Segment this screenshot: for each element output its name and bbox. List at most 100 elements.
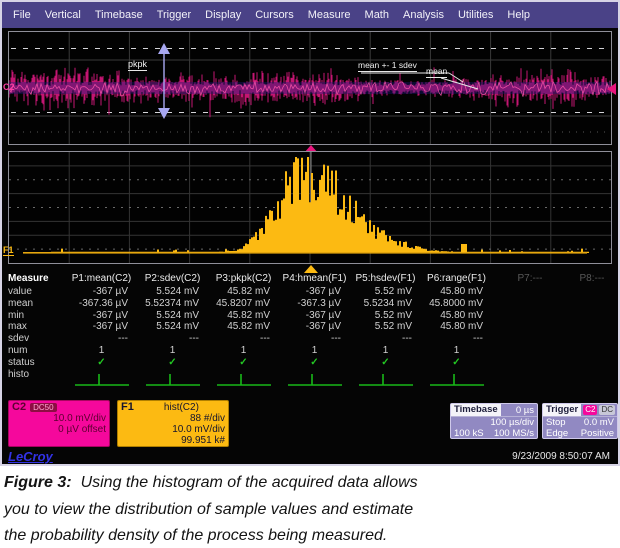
caption-label: Figure 3: <box>4 474 72 491</box>
c2-coupling-badge: DC50 <box>30 403 56 412</box>
trace-f1-descriptor[interactable]: F1 hist(C2) 88 #/div 10.0 mV/div 99.951 … <box>117 400 229 447</box>
measure-status-p1: ✓ <box>66 357 137 369</box>
menu-item-vertical[interactable]: Vertical <box>38 9 88 21</box>
timebase-label: Timebase <box>451 404 501 416</box>
mean-annotation: mean <box>426 66 447 78</box>
figure-caption: Figure 3:Using the histogram of the acqu… <box>4 470 614 548</box>
trigger-descriptor[interactable]: Trigger C2 DC Stop 0.0 mV Edge Positive <box>542 403 618 439</box>
measure-sdev-p4: --- <box>279 333 350 345</box>
menu-item-display[interactable]: Display <box>198 9 248 21</box>
measure-row-label-status: status <box>4 357 66 369</box>
measure-status-p4: ✓ <box>279 357 350 369</box>
measure-status-p3: ✓ <box>208 357 279 369</box>
measure-histicon-p7 <box>492 369 568 391</box>
trigger-type: Edge <box>546 428 568 439</box>
measure-min-p6: 45.80 mV <box>421 310 492 322</box>
timebase-descriptor[interactable]: Timebase 0 µs 100 µs/div 100 kS 100 MS/s <box>450 403 538 439</box>
measure-histicon-p2 <box>137 369 208 391</box>
pkpk-annotation: pkpk <box>128 59 147 71</box>
measure-sdev-p3: --- <box>208 333 279 345</box>
measure-value-p6: 45.80 mV <box>421 286 492 298</box>
measure-max-p2: 5.524 mV <box>137 321 208 333</box>
measure-col-header-p2[interactable]: P2:sdev(C2) <box>137 272 208 286</box>
trigger-coupling-badge: DC <box>599 405 615 415</box>
histogram-plot <box>9 152 611 263</box>
measure-col-header-p4[interactable]: P4:hmean(F1) <box>279 272 350 286</box>
measure-sdev-p5: --- <box>350 333 421 345</box>
trigger-level-marker[interactable] <box>607 83 616 95</box>
measure-status-p8 <box>568 357 616 369</box>
measure-status-p5: ✓ <box>350 357 421 369</box>
c2-vdiv: 10.0 mV/div <box>12 413 106 424</box>
menu-item-trigger[interactable]: Trigger <box>150 9 198 21</box>
measure-col-header-p3[interactable]: P3:pkpk(C2) <box>208 272 279 286</box>
measure-min-p4: -367 µV <box>279 310 350 322</box>
f1-population: 99.951 k# <box>121 435 225 446</box>
measure-mean-p2: 5.52374 mV <box>137 298 208 310</box>
c2-offset: 0 µV offset <box>12 424 106 435</box>
measure-max-p5: 5.52 mV <box>350 321 421 333</box>
measure-value-p2: 5.524 mV <box>137 286 208 298</box>
measure-col-header-p8[interactable]: P8:--- <box>568 272 616 286</box>
trigger-slope: Positive <box>581 428 614 439</box>
timestamp: 9/23/2009 8:50:07 AM <box>512 451 610 462</box>
measure-num-p2: 1 <box>137 345 208 357</box>
histicon <box>73 373 131 387</box>
mean-sdev-annotation: mean +- 1 sdev <box>358 60 417 72</box>
measure-col-header-p6[interactable]: P6:range(F1) <box>421 272 492 286</box>
measure-table: MeasureP1:mean(C2)P2:sdev(C2)P3:pkpk(C2)… <box>4 272 616 391</box>
lecroy-logo: LeCroy <box>8 449 53 464</box>
waveform-plot <box>9 32 611 144</box>
screenshot-root: FileVerticalTimebaseTriggerDisplayCursor… <box>0 0 620 548</box>
measure-mean-p7 <box>492 298 568 310</box>
measure-histicon-p4 <box>279 369 350 391</box>
measure-status-p6: ✓ <box>421 357 492 369</box>
measure-max-p1: -367 µV <box>66 321 137 333</box>
measure-num-p8 <box>568 345 616 357</box>
histicon <box>144 373 202 387</box>
oscilloscope-window: FileVerticalTimebaseTriggerDisplayCursor… <box>0 0 620 466</box>
menu-item-measure[interactable]: Measure <box>301 9 358 21</box>
measure-min-p1: -367 µV <box>66 310 137 322</box>
menu-item-analysis[interactable]: Analysis <box>396 9 451 21</box>
measure-value-p8 <box>568 286 616 298</box>
measure-row-label-min: min <box>4 310 66 322</box>
measure-sdev-p7 <box>492 333 568 345</box>
menu-item-timebase[interactable]: Timebase <box>88 9 150 21</box>
menu-item-help[interactable]: Help <box>500 9 537 21</box>
measure-min-p7 <box>492 310 568 322</box>
measure-sdev-p2: --- <box>137 333 208 345</box>
menu-bar: FileVerticalTimebaseTriggerDisplayCursor… <box>2 2 618 28</box>
trigger-level: 0.0 mV <box>584 417 614 428</box>
measure-histicon-p3 <box>208 369 279 391</box>
measure-num-p6: 1 <box>421 345 492 357</box>
measure-mean-p8 <box>568 298 616 310</box>
timebase-samples: 100 kS <box>454 428 484 439</box>
measure-min-p8 <box>568 310 616 322</box>
menu-item-utilities[interactable]: Utilities <box>451 9 500 21</box>
measure-col-header-p7[interactable]: P7:--- <box>492 272 568 286</box>
timebase-scale: 100 µs/div <box>491 417 535 428</box>
menu-item-file[interactable]: File <box>6 9 38 21</box>
measure-sdev-p8 <box>568 333 616 345</box>
menu-item-math[interactable]: Math <box>358 9 396 21</box>
measure-mean-p6: 45.8000 mV <box>421 298 492 310</box>
measure-col-header-p1[interactable]: P1:mean(C2) <box>66 272 137 286</box>
measure-row-label-mean: mean <box>4 298 66 310</box>
caption-line-2: you to view the distribution of sample v… <box>4 497 614 524</box>
measure-mean-p1: -367.36 µV <box>66 298 137 310</box>
channel-c2-descriptor[interactable]: C2 DC50 10.0 mV/div 0 µV offset <box>8 400 110 447</box>
measure-max-p6: 45.80 mV <box>421 321 492 333</box>
measure-histicon-p5 <box>350 369 421 391</box>
measure-histicon-p1 <box>66 369 137 391</box>
measure-col-header-p5[interactable]: P5:hsdev(F1) <box>350 272 421 286</box>
f1-descriptor-label: F1 <box>121 402 134 413</box>
histicon <box>357 373 415 387</box>
measure-min-p5: 5.52 mV <box>350 310 421 322</box>
measure-max-p4: -367 µV <box>279 321 350 333</box>
trigger-label: Trigger <box>543 404 581 416</box>
measure-status-p2: ✓ <box>137 357 208 369</box>
measure-max-p8 <box>568 321 616 333</box>
measure-max-p3: 45.82 mV <box>208 321 279 333</box>
menu-item-cursors[interactable]: Cursors <box>248 9 301 21</box>
